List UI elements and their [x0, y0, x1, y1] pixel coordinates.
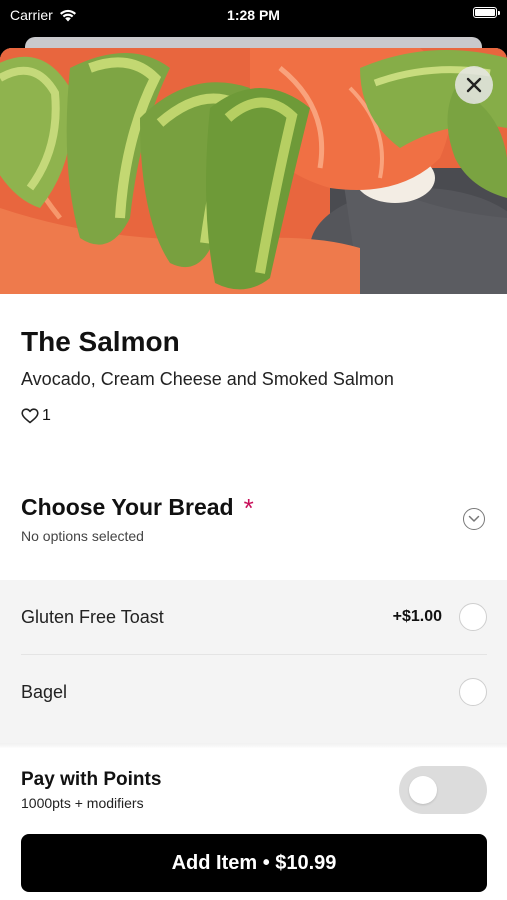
pay-with-points-toggle[interactable]: [399, 766, 487, 814]
bread-option-bagel[interactable]: Bagel: [21, 655, 487, 729]
item-image: [0, 48, 507, 294]
battery-icon: [473, 7, 500, 18]
heart-icon: [21, 408, 39, 424]
option-label: Gluten Free Toast: [21, 606, 164, 627]
item-detail-sheet: The Salmon Avocado, Cream Cheese and Smo…: [0, 48, 507, 900]
close-button[interactable]: [455, 66, 493, 104]
salmon-avocado-photo: [0, 48, 507, 294]
option-radio[interactable]: [459, 603, 487, 631]
bread-section-header: Choose Your Bread *: [21, 493, 254, 523]
status-bar: Carrier 1:28 PM: [0, 0, 507, 30]
bread-section-title: Choose Your Bread: [21, 493, 234, 520]
chevron-down-icon: [468, 515, 480, 522]
like-count: 1: [42, 407, 51, 424]
option-radio[interactable]: [459, 678, 487, 706]
status-time: 1:28 PM: [227, 7, 280, 23]
bread-options-list: Gluten Free Toast +$1.00 Bagel: [0, 580, 507, 743]
pay-with-points-label: Pay with Points: [21, 769, 162, 790]
collapse-bread-section-button[interactable]: [463, 508, 485, 530]
item-description: Avocado, Cream Cheese and Smoked Salmon: [21, 369, 394, 389]
like-button[interactable]: 1: [21, 407, 51, 425]
add-item-button[interactable]: Add Item • $10.99: [21, 834, 487, 892]
required-indicator: *: [243, 493, 254, 523]
order-footer: Pay with Points 1000pts + modifiers Add …: [0, 748, 507, 900]
option-label: Bagel: [21, 681, 68, 702]
bread-selection-status: No options selected: [21, 528, 144, 544]
item-title: The Salmon: [21, 326, 180, 357]
points-cost: 1000pts + modifiers: [21, 795, 144, 811]
toggle-knob: [409, 776, 437, 804]
option-price: +$1.00: [392, 608, 442, 625]
close-icon: [466, 77, 482, 93]
bread-option-gluten-free-toast[interactable]: Gluten Free Toast +$1.00: [21, 580, 487, 654]
